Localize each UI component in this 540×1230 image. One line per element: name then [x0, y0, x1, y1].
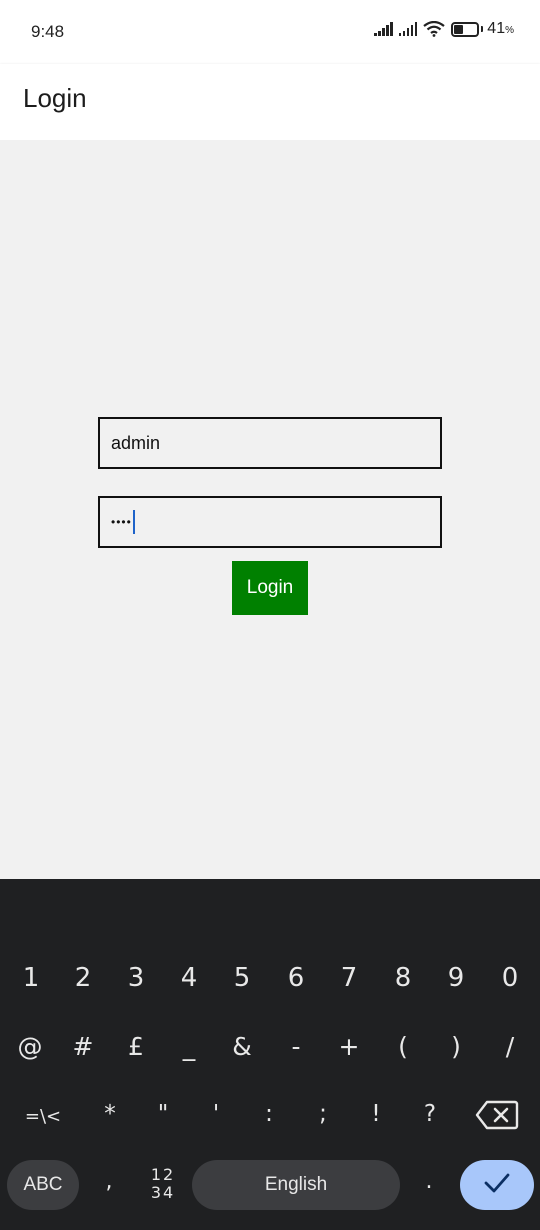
password-masked-value: ••••	[111, 515, 132, 529]
key-3[interactable]: 3	[109, 963, 163, 993]
key-at[interactable]: @	[3, 1032, 57, 1061]
key-9[interactable]: 9	[429, 963, 483, 993]
key-7[interactable]: 7	[322, 963, 376, 993]
password-field[interactable]: ••••	[98, 496, 442, 548]
check-icon	[483, 1172, 511, 1199]
battery-level	[454, 24, 464, 34]
key-double-quote[interactable]: "	[136, 1101, 190, 1127]
key-ampersand[interactable]: &	[215, 1032, 269, 1061]
key-minus[interactable]: -	[269, 1032, 323, 1061]
key-comma[interactable]: ,	[82, 1169, 136, 1194]
key-0[interactable]: 0	[483, 963, 537, 993]
key-plus[interactable]: +	[322, 1032, 376, 1061]
numpad-key[interactable]: 12 34	[148, 1166, 178, 1202]
key-underscore[interactable]: _	[162, 1032, 216, 1061]
key-slash[interactable]: /	[483, 1032, 537, 1061]
key-2[interactable]: 2	[56, 963, 110, 993]
key-4[interactable]: 4	[162, 963, 216, 993]
enter-button[interactable]	[460, 1160, 534, 1210]
login-form: admin •••• Login	[0, 140, 540, 879]
app-bar: Login	[0, 64, 540, 140]
backspace-icon[interactable]	[470, 1099, 524, 1137]
numpad-line-2: 34	[150, 1183, 176, 1202]
key-6[interactable]: 6	[269, 963, 323, 993]
key-8[interactable]: 8	[376, 963, 430, 993]
signal-icon	[398, 22, 418, 36]
username-value: admin	[111, 432, 161, 453]
login-button[interactable]: Login	[232, 561, 308, 615]
text-cursor	[132, 510, 135, 534]
username-field[interactable]: admin	[98, 417, 442, 469]
key-hash[interactable]: #	[56, 1032, 110, 1061]
key-close-paren[interactable]: )	[429, 1032, 483, 1061]
wifi-icon	[423, 21, 445, 37]
signal-icon	[374, 22, 393, 36]
key-more-symbols[interactable]: =\<	[16, 1106, 70, 1127]
key-asterisk[interactable]: *	[83, 1101, 137, 1127]
key-colon[interactable]: :	[242, 1101, 296, 1127]
key-5[interactable]: 5	[215, 963, 269, 993]
numpad-line-1: 12	[150, 1165, 176, 1184]
page-title: Login	[23, 83, 87, 113]
key-1[interactable]: 1	[4, 963, 58, 993]
space-key[interactable]: English	[192, 1160, 400, 1210]
key-semicolon[interactable]: ;	[296, 1101, 350, 1127]
battery-icon: 41%	[451, 20, 514, 38]
battery-percent: 41%	[487, 20, 514, 37]
key-period[interactable]: .	[402, 1169, 456, 1194]
key-pound[interactable]: £	[109, 1032, 163, 1061]
abc-key[interactable]: ABC	[7, 1160, 79, 1210]
status-icons: 41%	[374, 20, 514, 38]
key-question[interactable]: ?	[403, 1101, 457, 1127]
soft-keyboard: 1 2 3 4 5 6 7 8 9 0 @ # £ _ & - + ( ) / …	[0, 879, 540, 1230]
key-exclamation[interactable]: !	[349, 1101, 403, 1127]
status-time: 9:48	[31, 22, 65, 41]
key-open-paren[interactable]: (	[376, 1032, 430, 1061]
status-bar: 9:48 41%	[0, 0, 540, 64]
key-single-quote[interactable]: '	[189, 1101, 243, 1127]
